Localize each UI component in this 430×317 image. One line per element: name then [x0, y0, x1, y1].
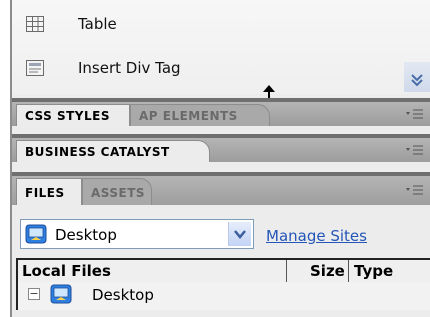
panel-menu-icon[interactable] — [406, 108, 424, 120]
insert-item-div-tag[interactable]: Insert Div Tag — [12, 50, 392, 86]
div-tag-icon — [26, 60, 44, 76]
file-list-header: Local Files Size Type — [16, 258, 430, 282]
column-header-type[interactable]: Type — [354, 262, 393, 280]
window-left-edge — [0, 0, 10, 317]
tab-css-styles[interactable]: CSS STYLES — [16, 104, 130, 126]
tree-item-label: Desktop — [92, 286, 154, 304]
tab-assets[interactable]: ASSETS — [82, 178, 152, 206]
column-header-size[interactable]: Size — [310, 262, 345, 280]
tab-files[interactable]: FILES — [16, 178, 82, 206]
column-divider[interactable] — [286, 260, 287, 282]
dropdown-arrow[interactable] — [228, 222, 251, 246]
tab-business-catalyst[interactable]: BUSINESS CATALYST — [16, 140, 210, 162]
table-icon — [26, 16, 44, 32]
insert-panel: Table Insert Div Tag — [12, 0, 430, 94]
insert-item-label: Insert Div Tag — [78, 59, 181, 77]
site-select[interactable]: Desktop — [20, 219, 254, 249]
desktop-icon — [50, 284, 72, 304]
desktop-icon — [25, 224, 47, 244]
chevron-down-icon — [411, 74, 423, 87]
chevron-down-icon — [234, 230, 246, 239]
panel-dock: Table Insert Div Tag CSS STYLES AP ELEME… — [12, 0, 430, 317]
site-select-value: Desktop — [55, 226, 117, 244]
column-header-local-files[interactable]: Local Files — [22, 262, 111, 280]
panel-menu-icon[interactable] — [406, 184, 424, 196]
column-divider[interactable] — [348, 260, 349, 282]
tab-ap-elements[interactable]: AP ELEMENTS — [130, 104, 270, 126]
panel-menu-icon[interactable] — [406, 144, 424, 156]
scroll-down-button[interactable] — [404, 62, 430, 92]
files-panel-body: Desktop Manage Sites Local Files Size Ty… — [12, 205, 430, 317]
css-styles-panel-header: CSS STYLES AP ELEMENTS — [12, 102, 430, 126]
insert-item-table[interactable]: Table — [12, 6, 392, 42]
manage-sites-link[interactable]: Manage Sites — [266, 227, 367, 245]
tree-item-desktop[interactable]: − Desktop — [16, 282, 430, 310]
insert-item-label: Table — [78, 15, 117, 33]
business-catalyst-panel-header: BUSINESS CATALYST — [12, 138, 430, 162]
collapse-icon[interactable]: − — [28, 288, 40, 300]
files-panel-header: FILES ASSETS — [12, 176, 430, 206]
